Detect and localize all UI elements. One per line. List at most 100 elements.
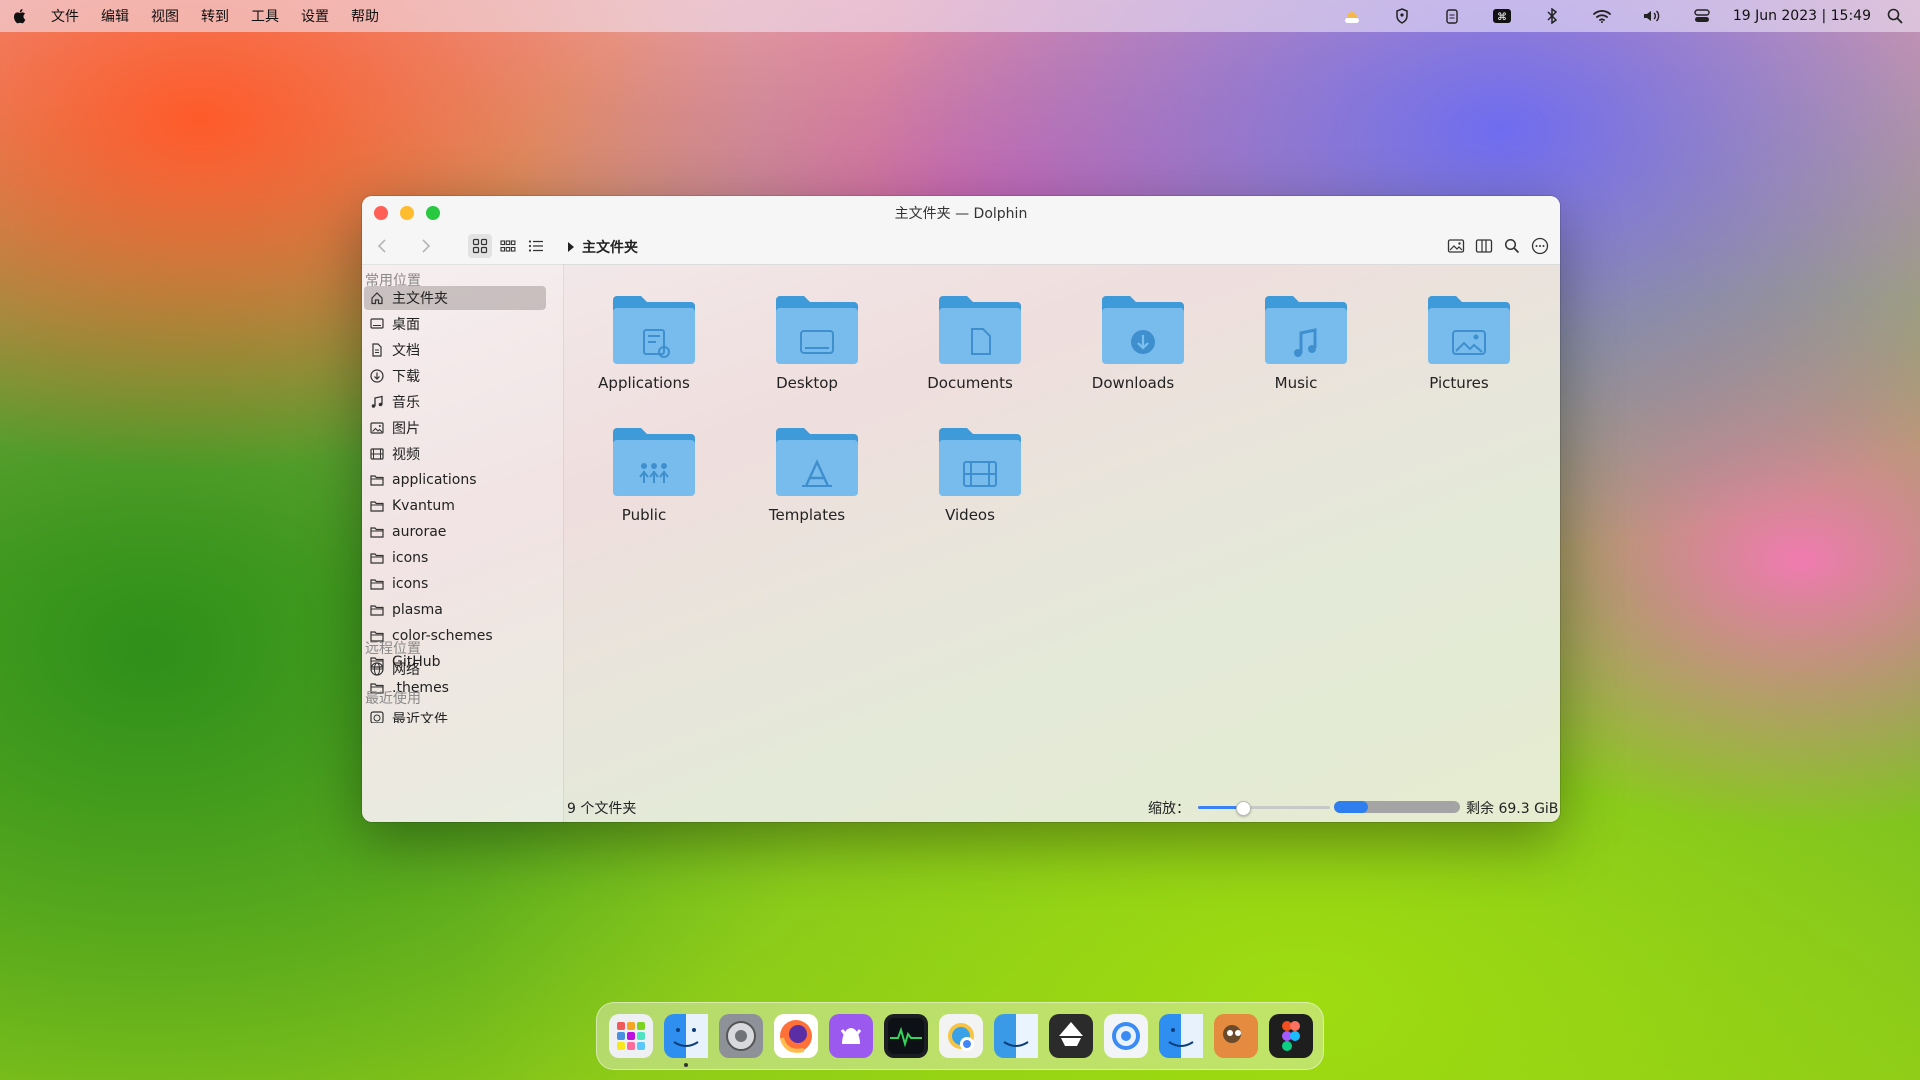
folder-label: Pictures [1429, 374, 1489, 392]
breadcrumb[interactable]: 主文件夹 [566, 237, 638, 257]
sidebar-item[interactable]: 视频 [364, 442, 546, 466]
sidebar-item[interactable]: 音乐 [364, 390, 546, 414]
weather-icon[interactable] [1340, 6, 1364, 26]
inkscape-icon[interactable] [1049, 1014, 1093, 1058]
free-space-label: 剩余 69.3 GiB [1466, 801, 1559, 817]
window-title: 主文件夹 — Dolphin [894, 206, 1028, 222]
dock [596, 1002, 1324, 1070]
sidebar-item-label: 网络 [392, 662, 420, 678]
search-icon [1504, 238, 1520, 254]
folder-templates[interactable]: Templates [737, 420, 877, 540]
finder-icon[interactable] [664, 1014, 708, 1067]
sidebar-item-recent-files[interactable]: 最近文件 [364, 705, 546, 723]
clipboard-icon[interactable] [1440, 6, 1464, 26]
vpn-shield-icon[interactable] [1390, 6, 1414, 26]
sidebar-item[interactable]: applications [364, 468, 546, 492]
apple-icon[interactable] [12, 8, 26, 24]
forward-button[interactable] [414, 234, 438, 258]
file-view[interactable]: Applications Desktop Documents Downloads Mus… [564, 264, 1560, 822]
figma-icon[interactable] [1269, 1014, 1313, 1058]
preview-button[interactable] [1444, 234, 1468, 258]
folder-applications[interactable]: Applications [574, 288, 714, 408]
zoom-slider[interactable] [1198, 801, 1330, 816]
folder-pictures[interactable]: Pictures [1389, 288, 1529, 408]
places-sidebar: 常用位置 主文件夹 桌面 文档 下载 音乐 图片 视频 applications Kvantum… [362, 264, 564, 822]
folder-desktop[interactable]: Desktop [737, 288, 877, 408]
system-settings-icon[interactable] [719, 1014, 763, 1058]
finder-alt-icon[interactable] [994, 1014, 1038, 1058]
video-icon [369, 446, 385, 462]
folder-documents-icon [939, 296, 1021, 364]
folder-downloads[interactable]: Downloads [1063, 288, 1203, 408]
folder-icon [369, 602, 385, 618]
folder-public[interactable]: Public [574, 420, 714, 540]
sidebar-item-label: icons [392, 550, 429, 566]
download-icon [369, 368, 385, 384]
sidebar-item[interactable]: aurorae [364, 520, 546, 544]
title-bar[interactable]: 主文件夹 — Dolphin [362, 196, 1560, 228]
menu-help[interactable]: 帮助 [351, 6, 379, 26]
photos-chrome-icon[interactable] [939, 1014, 983, 1058]
github-desktop-icon[interactable] [829, 1014, 873, 1058]
breadcrumb-home[interactable]: 主文件夹 [582, 237, 638, 257]
zoom-slider-handle[interactable] [1235, 801, 1251, 816]
launchpad-icon[interactable] [609, 1014, 653, 1058]
activity-monitor-icon[interactable] [884, 1014, 928, 1058]
compact-view-button[interactable] [496, 234, 520, 258]
sidebar-item[interactable]: 下载 [364, 364, 546, 388]
folder-icon [369, 550, 385, 566]
folder-videos[interactable]: Videos [900, 420, 1040, 540]
gimp-icon[interactable] [1214, 1014, 1258, 1058]
bluetooth-icon[interactable] [1540, 6, 1564, 26]
sidebar-item-label: applications [392, 472, 477, 488]
back-button[interactable] [370, 234, 394, 258]
folder-templates-icon [776, 428, 858, 496]
sidebar-item[interactable]: plasma [364, 598, 546, 622]
menu-tools[interactable]: 工具 [251, 6, 279, 26]
keyboard-shortcut-icon[interactable]: ⌘ [1490, 6, 1514, 26]
chevron-left-icon [377, 239, 386, 253]
sidebar-item[interactable]: icons [364, 546, 546, 570]
sidebar-item[interactable]: 文档 [364, 338, 546, 362]
sidebar-item[interactable]: 桌面 [364, 312, 546, 336]
menubar-clock[interactable]: 19 Jun 2023 | 15:49 [1733, 8, 1871, 24]
sidebar-item[interactable]: icons [364, 572, 546, 596]
sidebar-item-label: aurorae [392, 524, 447, 540]
sidebar-item-label: 文档 [392, 343, 420, 359]
compact-grid-icon [500, 240, 516, 252]
finder-alt2-icon[interactable] [1159, 1014, 1203, 1058]
icons-view-button[interactable] [468, 234, 492, 258]
menu-settings[interactable]: 设置 [301, 6, 329, 26]
folder-label: Downloads [1091, 374, 1175, 392]
menu-view[interactable]: 视图 [151, 6, 179, 26]
image-icon [1447, 239, 1465, 253]
menu-file[interactable]: 文件 [51, 6, 79, 26]
sidebar-item[interactable]: 主文件夹 [364, 286, 546, 310]
split-view-button[interactable] [1472, 234, 1496, 258]
more-options-button[interactable] [1528, 234, 1552, 258]
folder-music[interactable]: Music [1226, 288, 1366, 408]
control-center-icon[interactable] [1690, 6, 1714, 26]
details-view-button[interactable] [524, 234, 548, 258]
caret-right-icon [568, 242, 574, 252]
sidebar-item-network[interactable]: 网络 [364, 657, 546, 681]
sidebar-item-label: plasma [392, 602, 443, 618]
search-button[interactable] [1500, 234, 1524, 258]
firefox-icon[interactable] [774, 1014, 818, 1058]
sidebar-item[interactable]: Kvantum [364, 494, 546, 518]
wifi-icon[interactable] [1590, 6, 1614, 26]
menu-go[interactable]: 转到 [201, 6, 229, 26]
spotlight-search-icon[interactable] [1883, 6, 1907, 26]
sidebar-item[interactable]: 图片 [364, 416, 546, 440]
disk-space-bar [1334, 801, 1460, 813]
menu-edit[interactable]: 编辑 [101, 6, 129, 26]
safari-icon[interactable] [1104, 1014, 1148, 1058]
volume-icon[interactable] [1640, 6, 1664, 26]
folder-label: Templates [768, 506, 846, 524]
dolphin-window: 主文件夹 — Dolphin 主文件夹 常用位置 主文件夹 桌面 文档 下载 音乐 图片视… [362, 196, 1560, 822]
folder-label: Videos [945, 506, 995, 524]
sidebar-item-label: 最近文件 [392, 712, 448, 723]
folder-documents[interactable]: Documents [900, 288, 1040, 408]
grid-icon [472, 238, 488, 254]
ellipsis-circle-icon [1531, 237, 1549, 255]
